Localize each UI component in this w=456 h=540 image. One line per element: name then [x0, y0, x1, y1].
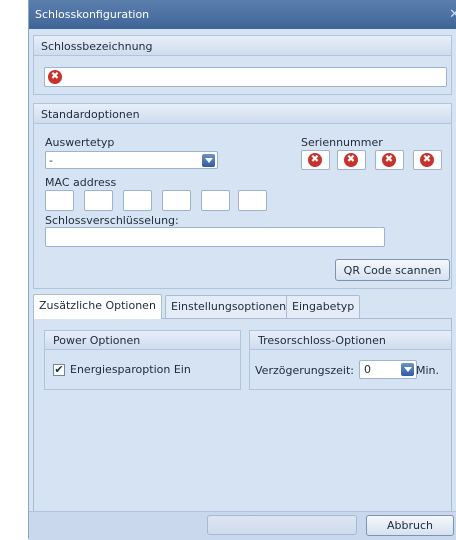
cancel-button[interactable]: Abbruch [366, 515, 454, 536]
delay-unit: Min. [416, 364, 440, 377]
chevron-down-icon[interactable] [202, 154, 215, 167]
serial-field-3[interactable]: ✖ [375, 150, 404, 170]
tab-zusaetzliche-optionen[interactable]: Zusätzliche Optionen [33, 294, 162, 319]
delay-dropdown[interactable]: 0 [359, 360, 417, 379]
auswertetyp-value: - [49, 154, 53, 167]
ok-button-disabled [207, 515, 357, 535]
auswertetyp-dropdown[interactable]: - [45, 151, 218, 169]
tab-panel: Power Optionen ✔ Energiesparoption Ein T… [33, 318, 452, 518]
qr-scan-button[interactable]: QR Code scannen [335, 259, 450, 281]
error-icon: ✖ [308, 153, 322, 167]
auswertetyp-label: Auswertetyp [45, 136, 115, 149]
energy-save-checkbox[interactable]: ✔ [53, 364, 65, 376]
serial-field-2[interactable]: ✖ [337, 150, 366, 170]
delay-label: Verzögerungszeit: [255, 364, 355, 377]
encryption-label: Schlossverschlüsselung: [45, 214, 179, 227]
window-title: Schlosskonfiguration [35, 8, 150, 21]
safe-lock-options-group: Tresorschloss-Optionen Verzögerungszeit:… [249, 330, 452, 390]
tab-eingabetyp[interactable]: Eingabetyp [286, 295, 361, 318]
serial-field-4[interactable]: ✖ [413, 150, 442, 170]
mac-field-5[interactable] [201, 190, 230, 211]
mac-field-4[interactable] [162, 190, 191, 211]
mac-field-6[interactable] [238, 190, 267, 211]
tab-einstellungsoptionen[interactable]: Einstellungsoptionen [165, 295, 293, 318]
error-icon: ✖ [344, 153, 358, 167]
power-options-header: Power Optionen [45, 331, 240, 350]
error-icon: ✖ [382, 153, 396, 167]
error-icon: ✖ [48, 70, 62, 84]
lock-name-header: Schlossbezeichnung [34, 36, 451, 56]
standard-options-header: Standardoptionen [34, 104, 451, 124]
error-icon: ✖ [420, 153, 434, 167]
mac-field-2[interactable] [84, 190, 113, 211]
chevron-down-icon[interactable] [401, 363, 414, 376]
encryption-input[interactable] [45, 227, 385, 247]
lock-name-group: Schlossbezeichnung ✖ [33, 35, 452, 95]
serial-field-1[interactable]: ✖ [301, 150, 330, 170]
mac-field-1[interactable] [45, 190, 74, 211]
energy-save-label: Energiesparoption Ein [70, 363, 191, 376]
close-icon[interactable]: ✕ [449, 7, 456, 22]
power-options-group: Power Optionen ✔ Energiesparoption Ein [44, 330, 241, 390]
config-window: Schlosskonfiguration ✕ Schlossbezeichnun… [28, 0, 456, 540]
mac-label: MAC address [45, 176, 117, 189]
title-bar: Schlosskonfiguration ✕ [29, 0, 456, 29]
delay-value: 0 [364, 363, 371, 376]
safe-lock-options-header: Tresorschloss-Optionen [250, 331, 451, 350]
mac-field-3[interactable] [123, 190, 152, 211]
serial-label: Seriennummer [301, 136, 383, 149]
lock-name-input[interactable]: ✖ [44, 67, 447, 87]
